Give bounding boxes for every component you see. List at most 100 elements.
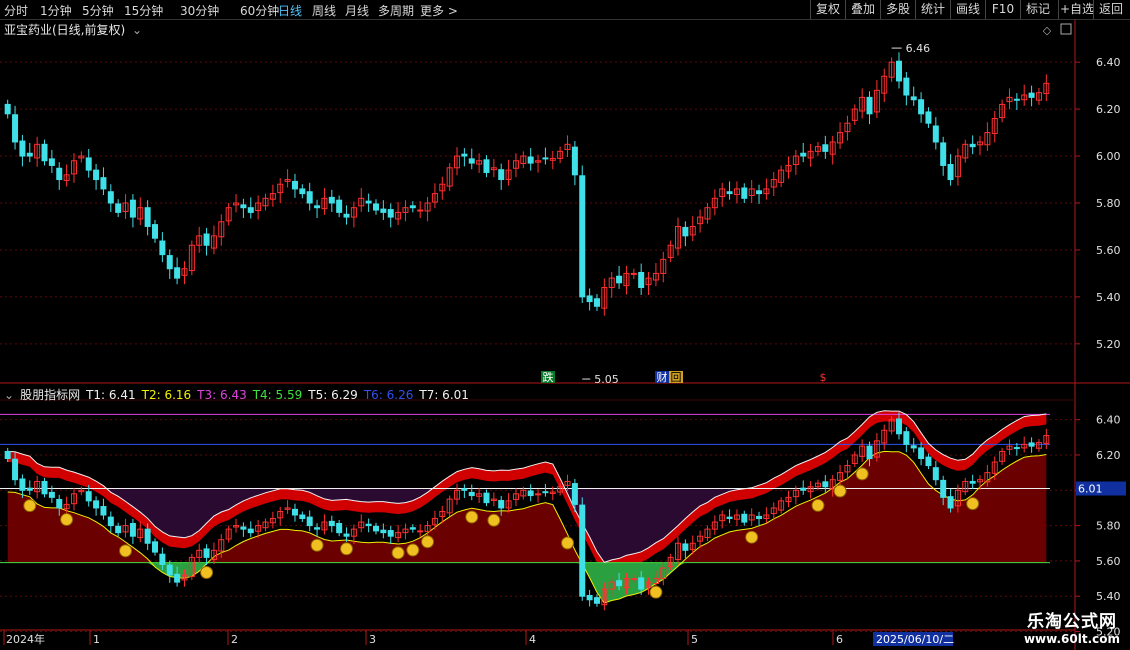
indicator-candle-body	[940, 479, 947, 498]
main-candle-body	[586, 295, 593, 303]
indicator-candle-body	[299, 514, 306, 520]
indicator-candle-body	[144, 528, 151, 544]
indicator-candle-body	[174, 573, 181, 583]
indicator-candle-body	[593, 597, 600, 604]
indicator-candle-body	[866, 445, 873, 459]
smiley-icon	[561, 536, 575, 550]
legend-t1: T1: 6.41	[86, 388, 136, 402]
smiley-icon	[811, 498, 825, 512]
indicator-ytick-label: 5.60	[1096, 555, 1121, 568]
label-dollar: $	[820, 371, 827, 384]
indicator-candle-body	[756, 515, 763, 520]
main-candle-body	[144, 207, 151, 227]
indicator-candle-body	[918, 447, 925, 459]
indicator-candle-body	[932, 467, 939, 481]
smiley-icon	[487, 513, 501, 527]
main-candle-body	[895, 60, 902, 82]
indicator-candle-body	[26, 487, 33, 491]
main-candle-body	[387, 209, 394, 218]
main-candle-body	[918, 99, 925, 115]
xaxis-label: 3	[369, 633, 376, 646]
main-candle-body	[372, 203, 379, 211]
indicator-candle-body	[85, 491, 92, 502]
indicator-candle-body	[48, 491, 55, 498]
main-candle-body	[932, 125, 939, 143]
main-candle-body	[100, 177, 107, 190]
smiley-icon	[119, 544, 133, 558]
indicator-candle-body	[115, 525, 122, 534]
indicator-candle-body	[152, 541, 159, 553]
legend-t5: T5: 6.29	[308, 388, 358, 402]
indicator-candle-body	[741, 513, 748, 523]
main-ytick-label: 6.00	[1096, 150, 1121, 163]
current-value-tag: 6.01	[1078, 483, 1103, 496]
indicator-ytick-label: 6.40	[1096, 414, 1121, 427]
main-candle-body	[166, 255, 173, 270]
indicator-candle-body	[1013, 447, 1020, 450]
main-ytick-label: 5.20	[1096, 338, 1121, 351]
indicator-candle-body	[542, 491, 549, 494]
xaxis-label: 4	[529, 633, 536, 646]
indicator-candle-body	[4, 450, 11, 459]
main-candle-body	[866, 96, 873, 115]
chevron-down-icon[interactable]: ⌄	[4, 388, 14, 402]
indicator-candle-body	[100, 506, 107, 516]
indicator-candle-body	[461, 488, 468, 491]
indicator-candle-body	[129, 522, 136, 537]
main-candle-body	[247, 207, 254, 213]
main-candle-body	[19, 140, 26, 157]
indicator-candle-body	[630, 578, 637, 581]
watermark-line1: 乐淘公式网	[1026, 612, 1117, 632]
candlestick-chart[interactable]: 6.406.206.005.805.605.405.206.406.206.00…	[0, 0, 1130, 650]
smiley-icon	[23, 499, 37, 513]
main-candle-body	[314, 205, 321, 209]
indicator-candle-body	[903, 431, 910, 445]
smiley-icon	[340, 542, 354, 556]
main-candle-body	[85, 157, 92, 171]
indicator-candle-body	[365, 523, 372, 527]
main-candle-body	[56, 167, 63, 181]
main-candle-body	[129, 199, 136, 218]
main-candle-body	[910, 96, 917, 101]
main-candle-body	[41, 143, 48, 162]
label-hui: 回	[671, 371, 682, 384]
indicator-candle-body	[498, 500, 505, 509]
main-candle-body	[969, 143, 976, 148]
main-candle-body	[616, 275, 623, 284]
main-candle-body	[800, 152, 807, 157]
main-candle-body	[152, 224, 159, 239]
main-candle-body	[542, 157, 549, 160]
indicator-candle-body	[925, 456, 932, 467]
main-candle-body	[240, 204, 247, 209]
indicator-candle-body	[166, 564, 173, 576]
legend-t6: T6: 6.26	[363, 388, 414, 402]
smiley-icon	[649, 585, 663, 599]
indicator-title[interactable]: ⌄ 股朋指标网 T1: 6.41 T2: 6.16 T3: 6.43 T4: 5.59 T5…	[4, 386, 475, 403]
main-candle-body	[741, 187, 748, 199]
legend-t7: T7: 6.01	[419, 388, 469, 402]
main-candle-body	[571, 146, 578, 176]
indicator-candle-body	[387, 530, 394, 537]
main-ytick-label: 6.40	[1096, 56, 1121, 69]
indicator-candle-body	[306, 516, 313, 527]
indicator-candle-body	[56, 498, 63, 509]
indicator-candle-body	[638, 577, 645, 590]
indicator-candle-body	[291, 508, 298, 516]
smiley-icon	[310, 538, 324, 552]
legend-t2: T2: 6.16	[141, 388, 192, 402]
indicator-candle-body	[895, 418, 902, 435]
smiley-icon	[745, 530, 759, 544]
main-candle-body	[291, 180, 298, 190]
indicator-candle-body	[203, 548, 210, 558]
main-candle-body	[468, 158, 475, 164]
indicator-candle-body	[93, 500, 100, 509]
indicator-candle-body	[468, 491, 475, 497]
smiley-icon	[855, 467, 869, 481]
main-candle-body	[328, 196, 335, 204]
indicator-candle-body	[1028, 442, 1035, 447]
main-candle-body	[756, 190, 763, 195]
main-candle-body	[940, 142, 947, 166]
watermark-line2: www.60lt.com	[1023, 632, 1120, 646]
main-candle-body	[947, 164, 954, 181]
main-ytick-label: 6.20	[1096, 103, 1121, 116]
